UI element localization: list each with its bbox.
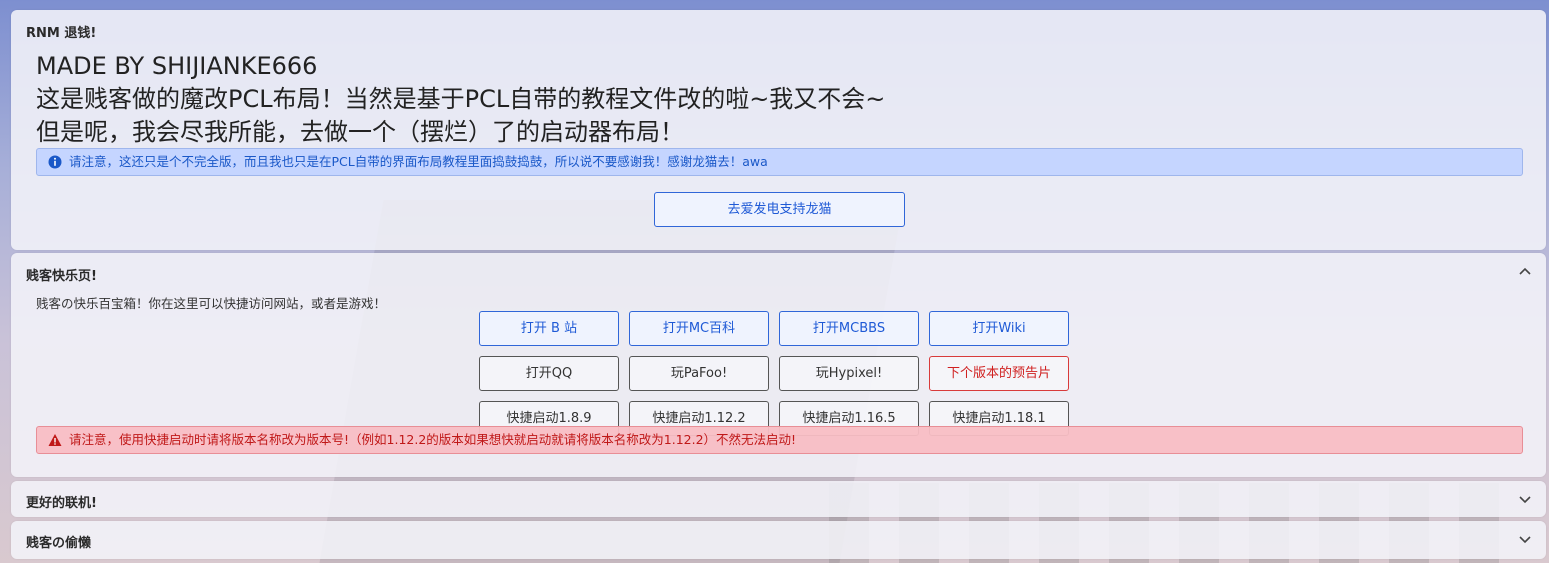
open-qq-button[interactable]: 打开QQ <box>479 356 619 391</box>
card-title: RNM 退钱! <box>26 26 97 41</box>
intro-line-3: 但是呢，我会尽我所能，去做一个（摆烂）了的启动器布局！ <box>36 118 684 146</box>
support-button[interactable]: 去爱发电支持龙猫 <box>654 192 905 227</box>
play-pafoo-button[interactable]: 玩PaFoo! <box>629 356 769 391</box>
card-rnm: RNM 退钱! MADE BY SHIJIANKE666 这是贱客做的魔改PCL… <box>11 10 1546 250</box>
card-title: 贱客快乐页! <box>26 269 97 284</box>
card-lazy[interactable]: 贱客の偷懒 <box>11 521 1546 559</box>
warning-notice-text: 请注意，使用快捷启动时请将版本名称改为版本号!（例如1.12.2的版本如果想快就… <box>69 432 797 447</box>
open-bilibili-button[interactable]: 打开 B 站 <box>479 311 619 346</box>
info-notice-text: 请注意，这还只是个不完全版，而且我也只是在PCL自带的界面布局教程里面捣鼓捣鼓，… <box>69 154 768 169</box>
chevron-up-icon[interactable] <box>1518 265 1532 279</box>
next-version-trailer-button[interactable]: 下个版本的预告片 <box>929 356 1069 391</box>
chevron-down-icon[interactable] <box>1518 532 1532 546</box>
open-wiki-button[interactable]: 打开Wiki <box>929 311 1069 346</box>
intro-line-1: MADE BY SHIJIANKE666 <box>36 52 318 80</box>
section-description: 贱客の快乐百宝箱！你在这里可以快捷访问网站，或者是游戏！ <box>36 296 387 311</box>
info-notice: 请注意，这还只是个不完全版，而且我也只是在PCL自带的界面布局教程里面捣鼓捣鼓，… <box>36 148 1523 176</box>
warning-icon <box>48 434 62 446</box>
warning-notice: 请注意，使用快捷启动时请将版本名称改为版本号!（例如1.12.2的版本如果想快就… <box>36 426 1523 454</box>
chevron-down-icon[interactable] <box>1518 492 1532 506</box>
card-title: 贱客の偷懒 <box>26 536 92 551</box>
open-mcmod-button[interactable]: 打开MC百科 <box>629 311 769 346</box>
info-icon <box>48 155 62 169</box>
card-title: 更好的联机! <box>26 496 97 511</box>
intro-line-2: 这是贱客做的魔改PCL布局！当然是基于PCL自带的教程文件改的啦~我又不会~ <box>36 85 886 113</box>
play-hypixel-button[interactable]: 玩Hypixel! <box>779 356 919 391</box>
card-better-multiplayer[interactable]: 更好的联机! <box>11 481 1546 517</box>
open-mcbbs-button[interactable]: 打开MCBBS <box>779 311 919 346</box>
intro-text: MADE BY SHIJIANKE666 这是贱客做的魔改PCL布局！当然是基于… <box>36 50 885 149</box>
